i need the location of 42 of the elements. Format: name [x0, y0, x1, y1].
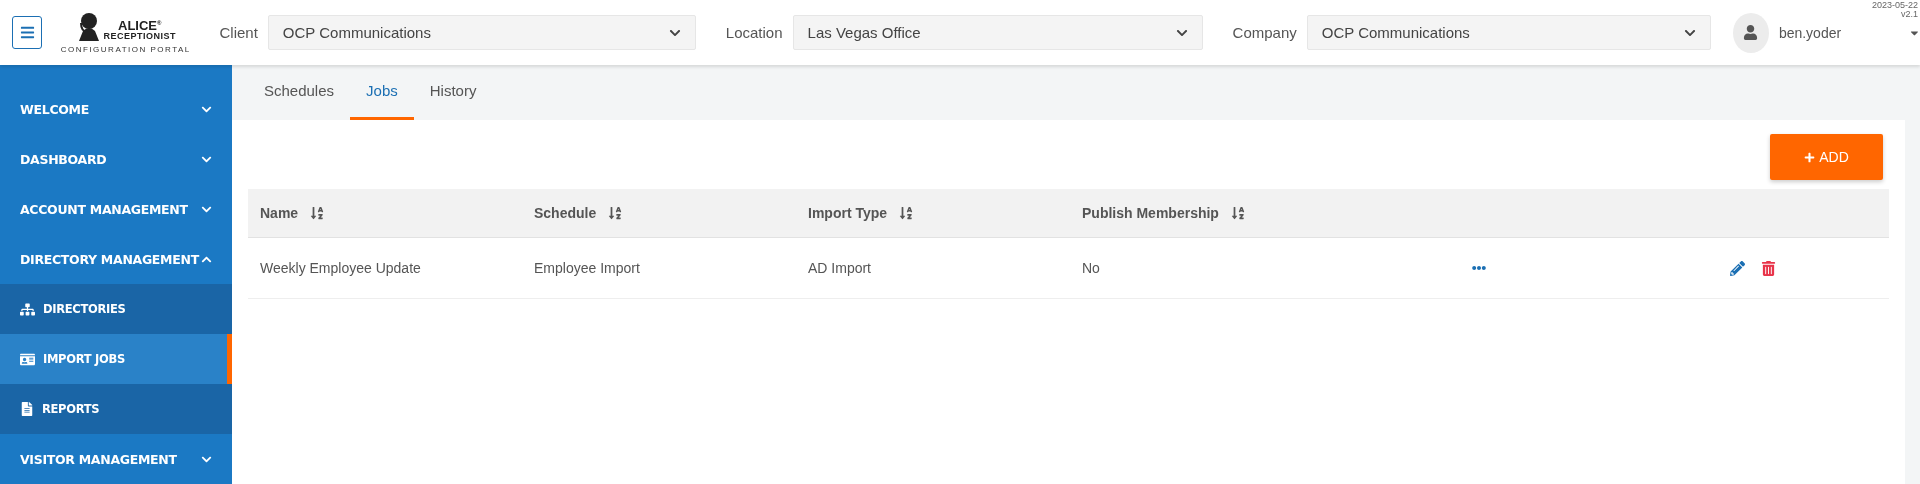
tab[interactable]: History [413, 82, 493, 120]
logo: ALICE$^{®}$ RECEPTIONIST CONFIGURATION PORTAL [58, 11, 194, 54]
sort-icon[interactable] [899, 206, 914, 220]
filter-label: Client [219, 24, 258, 41]
sort-icon[interactable] [1230, 206, 1245, 220]
version-date: 2023-05-22 [1871, 1, 1918, 10]
filter-label: Company [1232, 24, 1297, 41]
user-icon [1743, 25, 1759, 40]
tab[interactable]: Schedules [248, 82, 351, 120]
table-cell: AD Import [808, 260, 871, 276]
column-header[interactable]: Schedule [534, 205, 597, 221]
sidebar-section[interactable]: ACCOUNT MANAGEMENT [0, 184, 232, 234]
sidebar-section[interactable]: DASHBOARD [0, 134, 232, 184]
sidebar-section[interactable]: VISITOR MANAGEMENT [0, 434, 232, 484]
sidebar-section[interactable]: WELCOME [0, 84, 232, 134]
delete-icon[interactable] [1761, 260, 1776, 276]
table-cell: Weekly Employee Update [260, 260, 421, 276]
file-icon [20, 402, 34, 416]
sort-icon[interactable] [608, 206, 623, 220]
menu-icon [19, 25, 35, 40]
column-header[interactable]: Publish Membership [1082, 205, 1219, 221]
edit-icon[interactable] [1730, 260, 1745, 276]
sidebar-item[interactable]: DIRECTORIES [0, 284, 232, 334]
sort-icon[interactable] [310, 206, 325, 220]
filter-dropdown[interactable]: Las Vegas Office [792, 15, 1203, 50]
id-card-icon [20, 351, 35, 367]
column-header[interactable]: Name [260, 205, 299, 221]
sitemap-icon [20, 301, 35, 317]
sidebar-item[interactable]: REPORTS [0, 384, 232, 434]
user-name: ben.yoder [1778, 24, 1842, 41]
plus-icon [1804, 151, 1816, 163]
table-cell: Employee Import [534, 260, 640, 276]
version-number: v2.1 [1901, 10, 1918, 19]
column-header[interactable]: Import Type [808, 205, 888, 221]
avatar[interactable] [1732, 12, 1769, 53]
filter-label: Location [725, 24, 783, 41]
menu-button[interactable] [12, 16, 42, 49]
sidebar-section[interactable]: DIRECTORY MANAGEMENT [0, 234, 232, 284]
filter-dropdown[interactable]: OCP Communications [1306, 15, 1711, 50]
sidebar-item[interactable]: IMPORT JOBS [0, 334, 232, 384]
filter-dropdown[interactable]: OCP Communications [267, 15, 696, 50]
table-cell: No [1082, 260, 1100, 276]
